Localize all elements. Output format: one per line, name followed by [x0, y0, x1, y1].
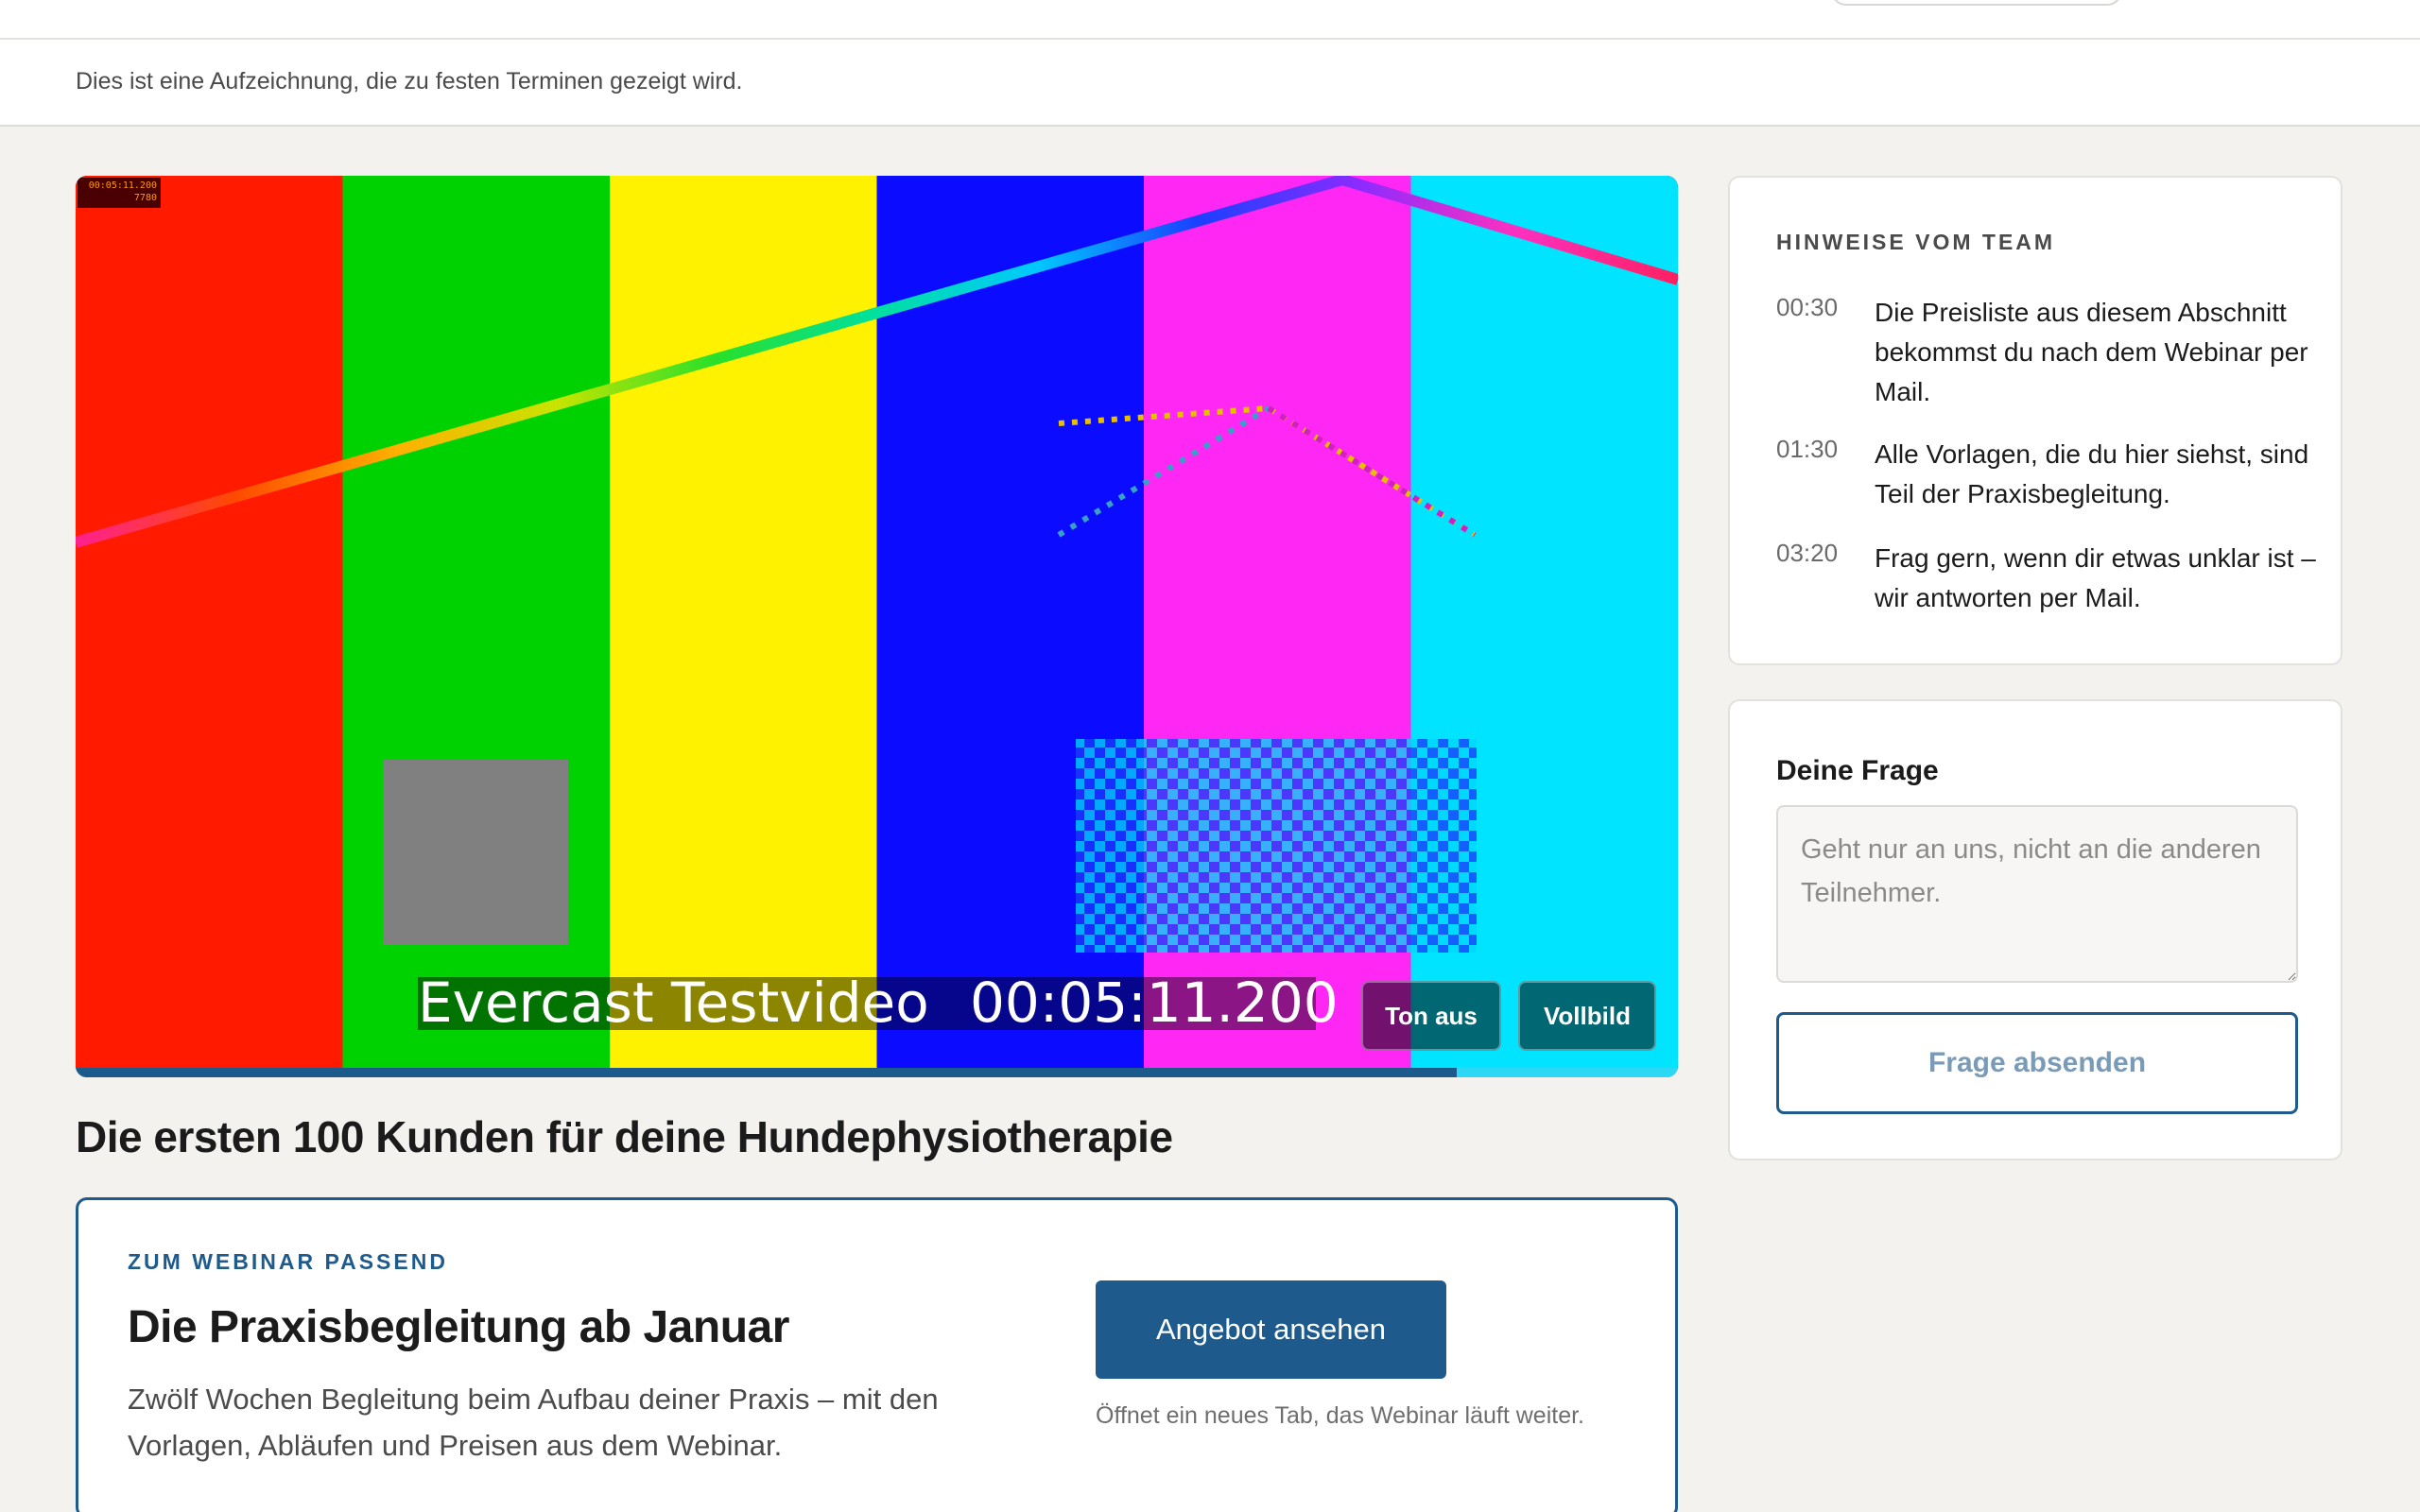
offer-cta-note: Öffnet ein neues Tab, das Webinar läuft …: [1096, 1402, 1584, 1429]
video-overlay-title: Evercast Testvideo: [418, 971, 929, 1035]
video-player[interactable]: 00:05:11.200 7780 Evercast Testvideo 00:…: [76, 176, 1678, 1077]
offer-title: Die Praxisbegleitung ab Januar: [128, 1302, 789, 1352]
top-bar-pill[interactable]: [1831, 0, 2122, 6]
test-pattern-frame: [76, 176, 1678, 1077]
offer-card: ZUM WEBINAR PASSEND Die Praxisbegleitung…: [76, 1197, 1678, 1512]
question-card: Deine Frage Frage absenden: [1728, 699, 2342, 1160]
top-bar: [0, 0, 2420, 40]
offer-description: Zwölf Wochen Begleitung beim Aufbau dein…: [128, 1383, 939, 1462]
team-note-text: Die Preisliste aus diesem Abschnitt beko…: [1875, 298, 2308, 406]
color-bar: [610, 176, 878, 1077]
team-note-text: Frag gern, wenn dir etwas unklar ist – w…: [1875, 543, 2316, 612]
webinar-headline: Die ersten 100 Kunden für deine Hundephy…: [76, 1112, 1173, 1161]
video-progress-fill: [76, 1068, 1458, 1077]
recording-notice-text: Dies ist eine Aufzeichnung, die zu feste…: [76, 68, 743, 94]
offer-kicker: ZUM WEBINAR PASSEND: [128, 1249, 448, 1274]
team-note-time: 00:30: [1776, 293, 1839, 321]
offer-cta-button[interactable]: Angebot ansehen: [1096, 1280, 1446, 1379]
color-bar: [76, 176, 344, 1077]
question-textarea[interactable]: [1776, 805, 2298, 983]
checker-pattern: [1076, 739, 1477, 953]
recording-notice-bar: Dies ist eine Aufzeichnung, die zu feste…: [0, 40, 2420, 127]
video-overlay-time: 00:05:11.200: [970, 971, 1339, 1035]
team-notes-heading: HINWEISE VOM TEAM: [1776, 230, 2056, 254]
question-label: Deine Frage: [1776, 755, 1939, 786]
timecode-box-frame: 7780: [133, 193, 157, 203]
team-notes-card: HINWEISE VOM TEAM 00:30 Die Preisliste a…: [1728, 176, 2342, 665]
gray-test-square: [383, 760, 568, 945]
fullscreen-button[interactable]: Vollbild: [1518, 981, 1656, 1051]
timecode-box-time: 00:05:11.200: [88, 180, 157, 191]
timecode-box: 00:05:11.200 7780: [78, 178, 161, 208]
send-question-button[interactable]: Frage absenden: [1776, 1012, 2298, 1114]
mute-button[interactable]: Ton aus: [1361, 981, 1501, 1051]
team-note-time: 01:30: [1776, 435, 1839, 463]
team-note-time: 03:20: [1776, 539, 1839, 567]
team-note-text: Alle Vorlagen, die du hier siehst, sind …: [1875, 439, 2309, 508]
